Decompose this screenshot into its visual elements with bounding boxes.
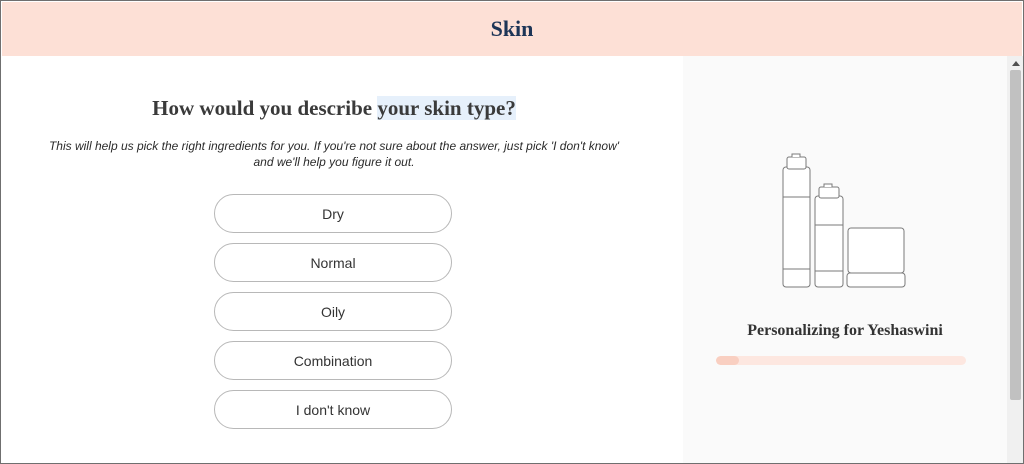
question-panel: How would you describe your skin type? T… [2,56,682,463]
question-hint: This will help us pick the right ingredi… [48,139,620,169]
personalizing-label: Personalizing for Yeshaswini [747,322,943,339]
page-title: Skin [490,16,534,41]
app-window: Skin How would you describe your skin ty… [0,0,1024,464]
option-dry-button[interactable]: Dry [214,194,452,233]
progress-bar [716,356,966,365]
option-dont-know-button[interactable]: I don't know [214,390,452,429]
scrollbar-thumb[interactable] [1010,70,1021,400]
skincare-products-illustration [782,153,906,288]
option-oily-button[interactable]: Oily [214,292,452,331]
question-title-highlight: your skin type? [377,96,516,120]
question-title: How would you describe your skin type? [2,96,666,121]
scroll-up-arrow-icon[interactable] [1007,56,1023,70]
option-normal-button[interactable]: Normal [214,243,452,282]
question-title-start: How would you describe [152,96,378,120]
vertical-scrollbar[interactable] [1007,56,1023,463]
header-bar: Skin [2,2,1022,56]
progress-bar-fill [716,356,739,365]
answer-options: Dry Normal Oily Combination I don't know [214,194,452,439]
option-combination-button[interactable]: Combination [214,341,452,380]
personalization-panel: Personalizing for Yeshaswini [683,56,1007,463]
